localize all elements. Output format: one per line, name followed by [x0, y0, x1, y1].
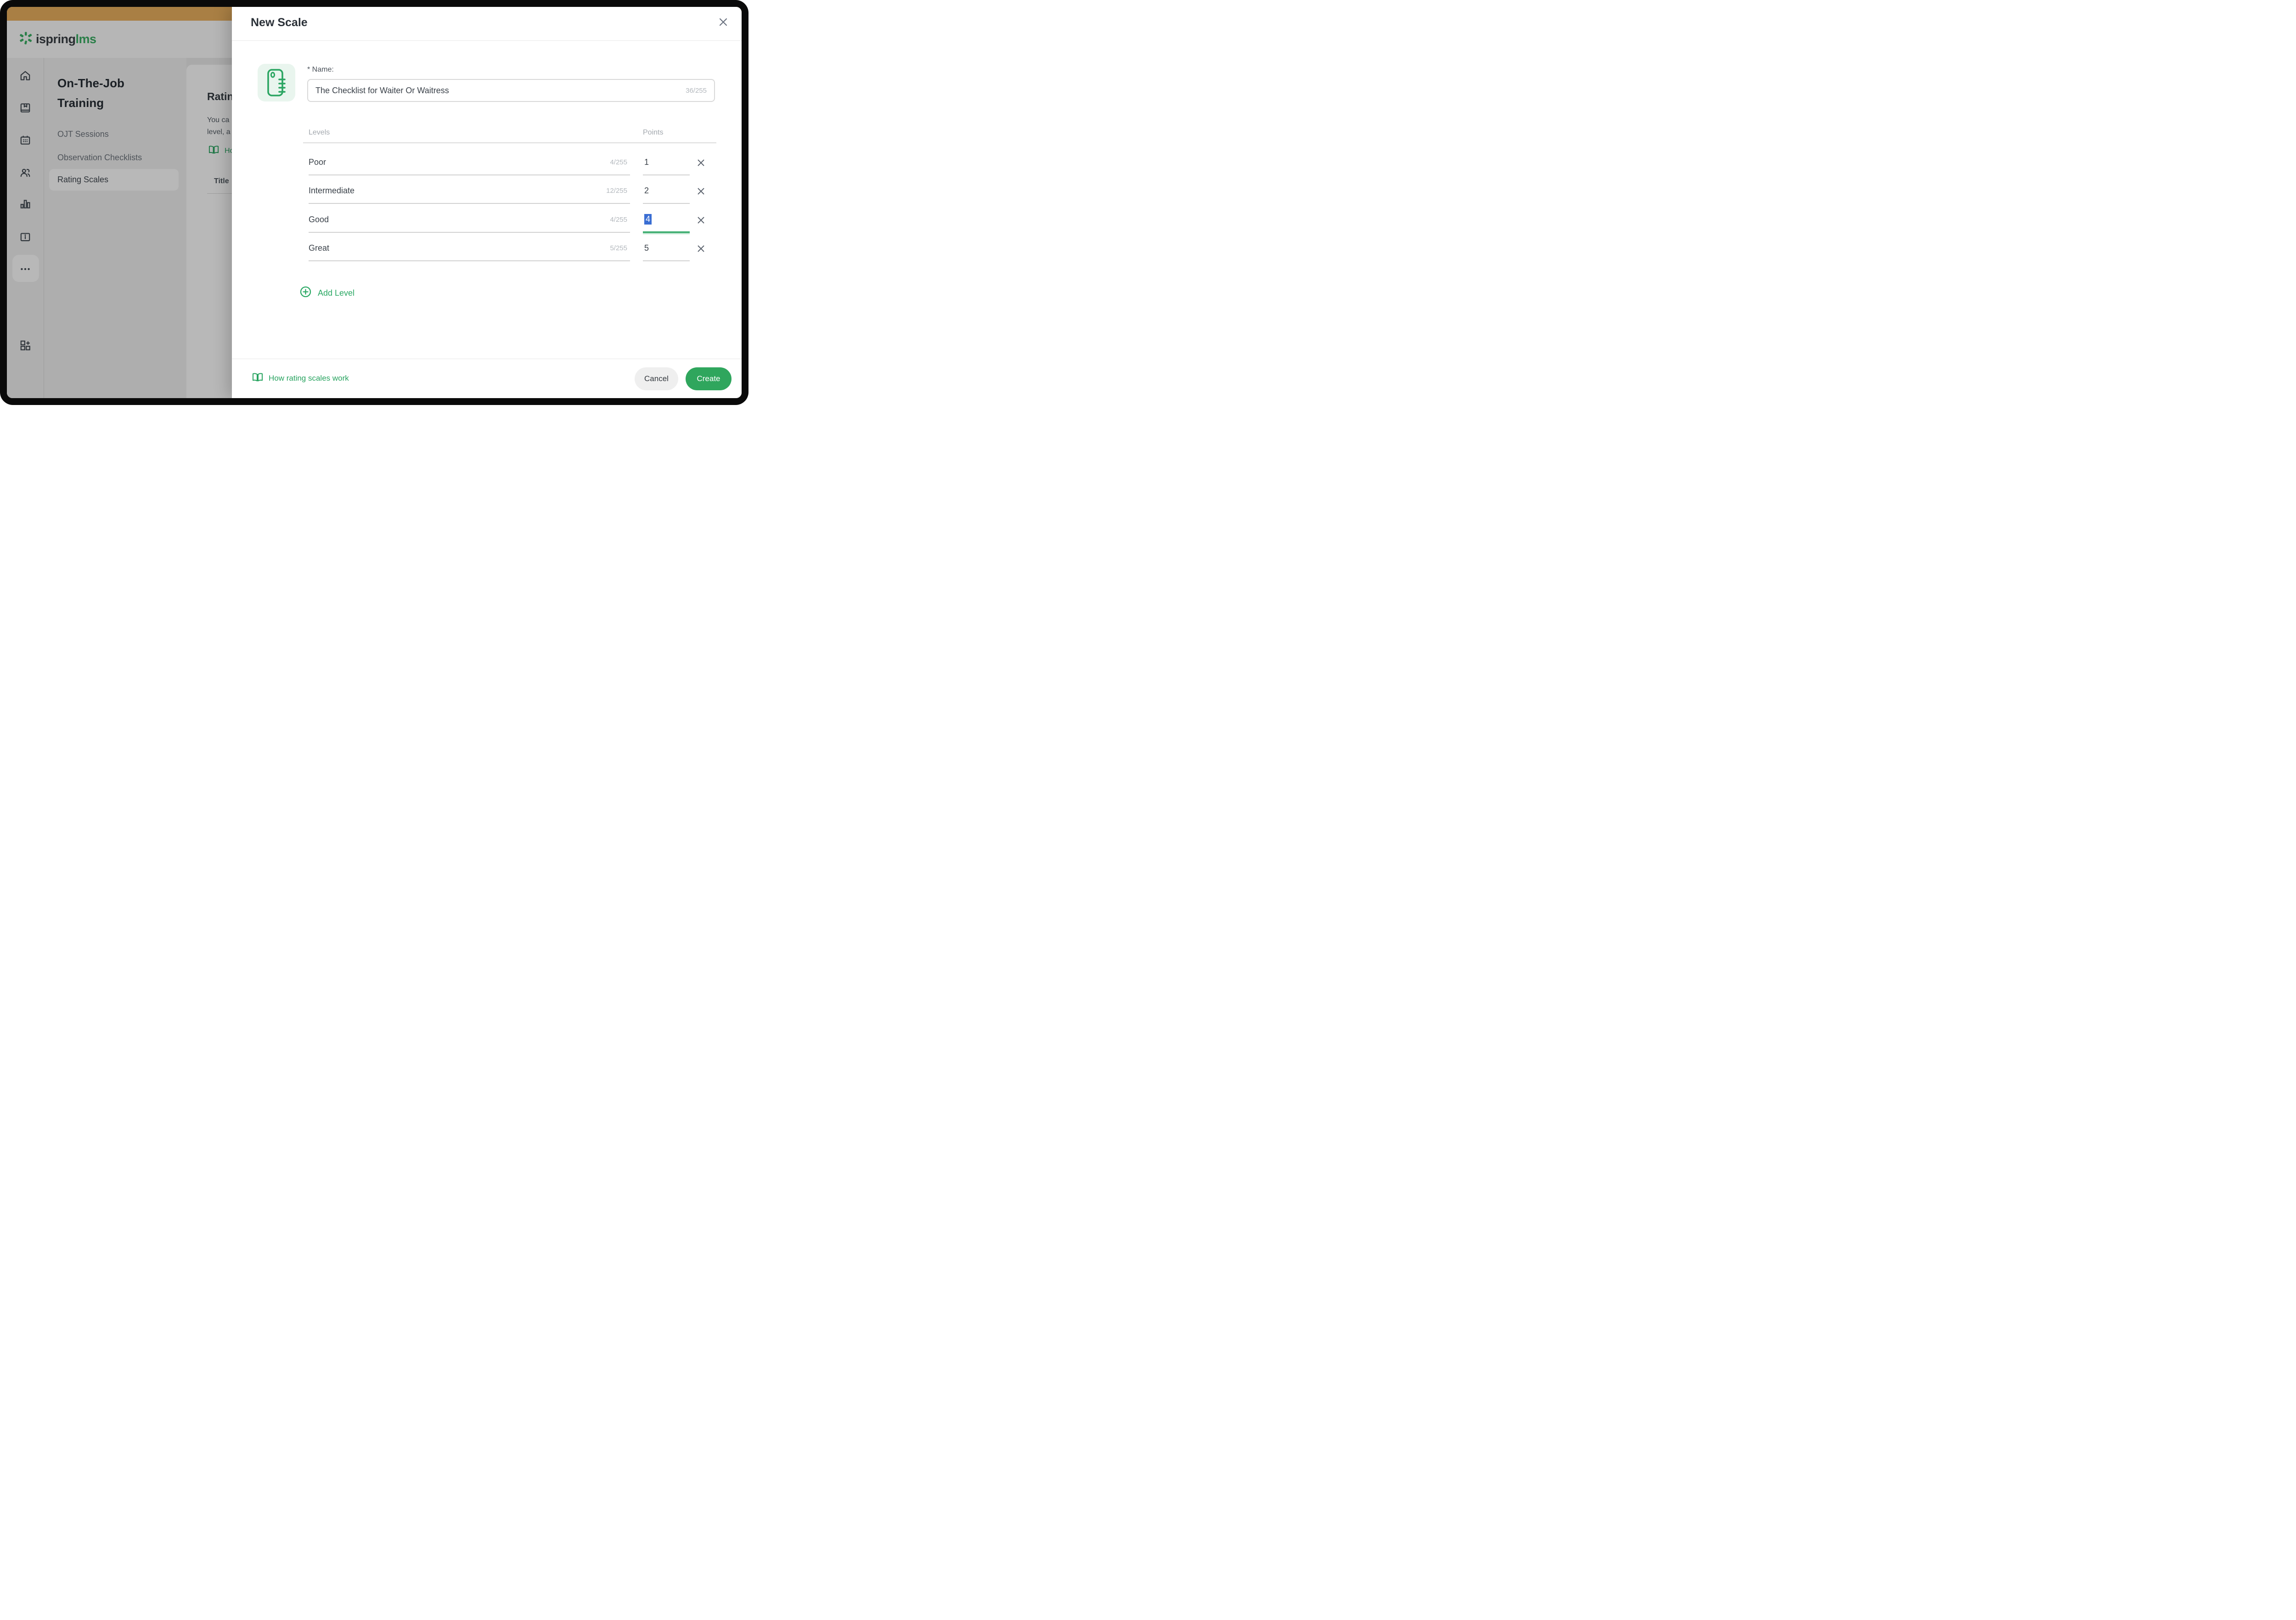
- add-level-button[interactable]: Add Level: [300, 286, 355, 300]
- name-label: * Name:: [307, 66, 334, 74]
- points-input-focused[interactable]: 4: [643, 207, 690, 233]
- level-row: Great 5/255 5: [309, 236, 716, 261]
- new-scale-modal: New Scale * Name: The Checklist for Wait…: [232, 7, 742, 398]
- points-column-header: Points: [643, 129, 663, 137]
- delete-level-icon[interactable]: [694, 242, 708, 255]
- level-char-counter: 5/255: [610, 244, 630, 252]
- level-row: Poor 4/255 1: [309, 150, 716, 175]
- level-name-input[interactable]: Poor 4/255: [309, 150, 630, 175]
- open-book-icon: [252, 372, 263, 384]
- levels-column-header: Levels: [309, 129, 330, 137]
- cancel-button[interactable]: Cancel: [635, 367, 678, 390]
- columns-divider: [303, 142, 716, 143]
- modal-title: New Scale: [251, 16, 308, 29]
- points-input[interactable]: 5: [643, 236, 690, 261]
- points-input[interactable]: 1: [643, 150, 690, 175]
- points-input[interactable]: 2: [643, 178, 690, 204]
- level-char-counter: 4/255: [610, 216, 630, 224]
- level-name-input[interactable]: Great 5/255: [309, 236, 630, 261]
- delete-level-icon[interactable]: [694, 213, 708, 227]
- level-row: Good 4/255 4: [309, 207, 716, 233]
- screenshot-frame: ispringlms On-The-Job T: [0, 0, 748, 405]
- modal-header-divider: [232, 40, 742, 41]
- selected-text: 4: [644, 214, 652, 225]
- level-name-input[interactable]: Intermediate 12/255: [309, 178, 630, 204]
- level-name-input[interactable]: Good 4/255: [309, 207, 630, 233]
- how-rating-scales-work-link[interactable]: How rating scales work: [252, 372, 349, 384]
- level-char-counter: 4/255: [610, 158, 630, 166]
- delete-level-icon[interactable]: [694, 156, 708, 169]
- level-row: Intermediate 12/255 2: [309, 178, 716, 204]
- delete-level-icon[interactable]: [694, 184, 708, 198]
- app-window: ispringlms On-The-Job T: [7, 7, 742, 398]
- name-value: The Checklist for Waiter Or Waitress: [315, 86, 686, 96]
- name-input[interactable]: The Checklist for Waiter Or Waitress 36/…: [307, 79, 715, 102]
- name-char-counter: 36/255: [686, 87, 707, 95]
- create-button[interactable]: Create: [686, 367, 732, 390]
- plus-circle-icon: [300, 286, 311, 300]
- rating-scale-icon: [258, 64, 295, 101]
- level-char-counter: 12/255: [606, 187, 630, 195]
- close-icon[interactable]: [717, 16, 730, 28]
